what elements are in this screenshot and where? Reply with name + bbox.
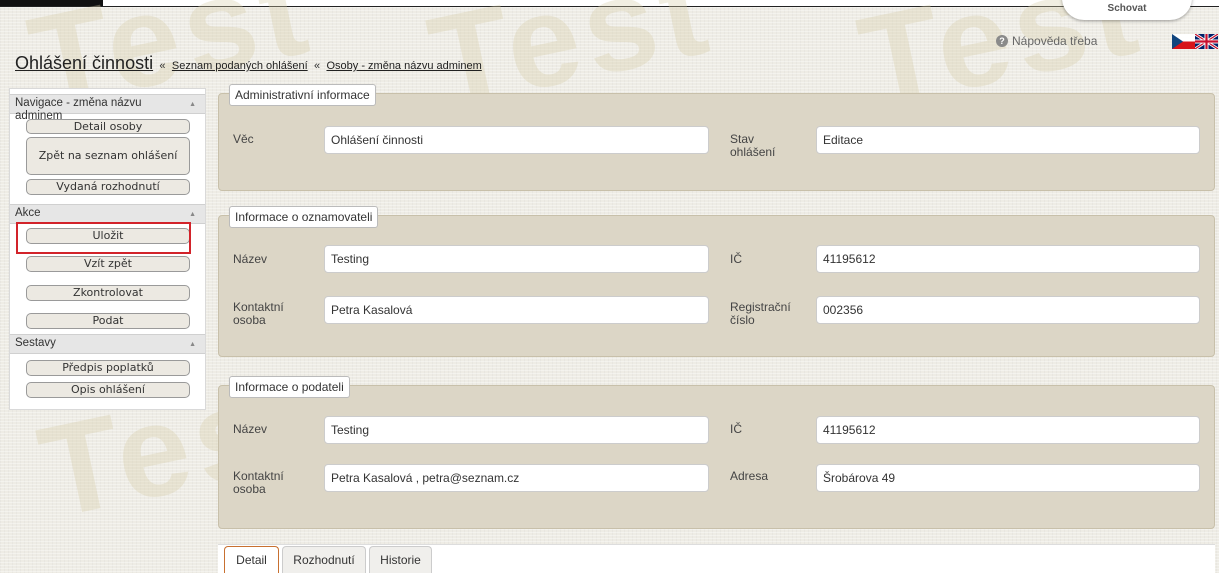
hide-panel-label: Schovat xyxy=(1107,3,1147,14)
sidebar-section-reports[interactable]: Sestavy ▲ xyxy=(10,334,205,354)
language-switcher xyxy=(1172,34,1218,49)
collapse-arrow-icon: ▲ xyxy=(189,211,196,218)
fee-prescription-button[interactable]: Předpis poplatků xyxy=(26,360,190,376)
sidebar-section-navigation[interactable]: Navigace - změna názvu adminem ▲ xyxy=(10,94,205,122)
contact-person-field[interactable]: Petra Kasalová xyxy=(324,296,709,324)
tab-detail[interactable]: Detail xyxy=(224,546,279,573)
name-field[interactable]: Testing xyxy=(324,245,709,273)
collapse-arrow-icon: ▲ xyxy=(189,101,196,108)
hide-panel-tab[interactable]: Schovat xyxy=(1062,0,1192,20)
name-label: Název xyxy=(233,422,268,436)
notifier-info-fieldset: Informace o oznamovateli Název Testing I… xyxy=(218,206,1215,357)
issued-decisions-button[interactable]: Vydaná rozhodnutí xyxy=(26,179,190,195)
page-title[interactable]: Ohlášení činnosti xyxy=(15,53,153,73)
breadcrumb-link-submitted-list[interactable]: Seznam podaných ohlášení xyxy=(172,60,308,72)
address-field[interactable]: Šrobárova 49 xyxy=(816,464,1200,492)
breadcrumb-separator: « xyxy=(314,60,321,72)
contact-person-label: Kontaktní osoba xyxy=(233,469,284,496)
help-link[interactable]: ? Nápověda třeba xyxy=(996,34,1097,48)
fieldset-legend: Administrativní informace xyxy=(229,84,376,106)
save-button-highlight xyxy=(16,222,191,254)
notification-copy-button[interactable]: Opis ohlášení xyxy=(26,382,190,398)
name-label: Název xyxy=(233,252,268,266)
top-bar-gap xyxy=(103,0,115,6)
fieldset-legend: Informace o oznamovateli xyxy=(229,206,379,228)
breadcrumb-separator: « xyxy=(159,60,166,72)
registration-number-label: Registrační číslo xyxy=(730,300,791,327)
tab-history[interactable]: Historie xyxy=(369,546,432,573)
detail-tabs: Detail Rozhodnutí Historie xyxy=(218,544,1215,573)
czech-flag-icon[interactable] xyxy=(1172,34,1195,49)
status-label: Stav ohlášení xyxy=(730,132,776,159)
question-circle-icon: ? xyxy=(996,35,1008,47)
uk-flag-icon[interactable] xyxy=(1195,34,1218,49)
detail-osoby-button[interactable]: Detail osoby xyxy=(26,119,190,134)
ico-field[interactable]: 41195612 xyxy=(816,416,1200,444)
help-label: Nápověda třeba xyxy=(1012,34,1098,48)
check-button[interactable]: Zkontrolovat xyxy=(26,285,190,301)
breadcrumb-link-rename-admin[interactable]: Osoby - změna názvu adminem xyxy=(326,60,481,72)
contact-person-label: Kontaktní osoba xyxy=(233,300,284,327)
contact-person-field[interactable]: Petra Kasalová , petra@seznam.cz xyxy=(324,464,709,492)
fieldset-legend: Informace o podateli xyxy=(229,376,350,398)
back-to-list-button[interactable]: Zpět na seznam ohlášení xyxy=(26,137,190,175)
submitter-info-fieldset: Informace o podateli Název Testing IČ 41… xyxy=(218,376,1215,529)
ico-label: IČ xyxy=(730,252,742,266)
collapse-arrow-icon: ▲ xyxy=(189,341,196,348)
tab-decisions[interactable]: Rozhodnutí xyxy=(282,546,366,573)
sidebar-section-actions[interactable]: Akce ▲ xyxy=(10,204,205,224)
submit-button[interactable]: Podat xyxy=(26,313,190,329)
status-field[interactable]: Editace xyxy=(816,126,1200,154)
registration-number-field[interactable]: 002356 xyxy=(816,296,1200,324)
name-field[interactable]: Testing xyxy=(324,416,709,444)
subject-label: Věc xyxy=(233,132,254,146)
ico-field[interactable]: 41195612 xyxy=(816,245,1200,273)
admin-info-fieldset: Administrativní informace Věc Ohlášení č… xyxy=(218,84,1215,191)
subject-field[interactable]: Ohlášení činnosti xyxy=(324,126,709,154)
ico-label: IČ xyxy=(730,422,742,436)
breadcrumb: Ohlášení činnosti « Seznam podaných ohlá… xyxy=(15,53,482,74)
address-label: Adresa xyxy=(730,469,769,483)
top-bar-dark-segment xyxy=(0,0,103,6)
withdraw-button[interactable]: Vzít zpět xyxy=(26,256,190,272)
top-bar xyxy=(0,0,1219,7)
